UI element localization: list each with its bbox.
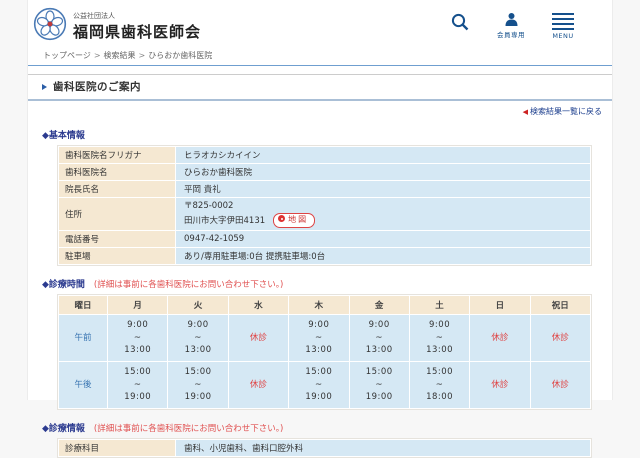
triangle-icon — [42, 83, 47, 90]
table-row: 歯科医院名フリガナ ヒラオカシカイイン — [59, 147, 590, 163]
row-label: 院長氏名 — [59, 181, 175, 197]
page-container: 公益社団法人 福岡県歯科医師会 会員専用 MENU トップページ > 検索結果 … — [27, 0, 613, 458]
schedule-cell: 休診 — [228, 361, 289, 408]
org-name: 福岡県歯科医師会 — [73, 22, 202, 41]
site-header: 公益社団法人 福岡県歯科医師会 会員専用 MENU — [28, 0, 612, 47]
member-person-icon — [505, 13, 517, 26]
table-row: 午後 15:00 ~19:00 15:00 ~19:00 休診 15:00 ~19:00 15:… — [59, 361, 590, 408]
breadcrumb-item[interactable]: トップページ — [43, 51, 91, 60]
back-to-results-link[interactable]: ◀ 検索結果一覧に戻る — [523, 107, 602, 116]
member-button[interactable]: 会員専用 — [497, 12, 525, 39]
closed-label: 休診 — [551, 379, 569, 390]
row-label: 歯科医院名 — [59, 164, 175, 180]
closed-label: 休診 — [249, 379, 267, 390]
basic-info-heading: ◆基本情報 — [42, 131, 85, 141]
table-row: 住所 〒825-0002 田川市大字伊田4131 地図 — [59, 198, 590, 230]
treatment-note: (詳細は事前に各歯科医院にお問い合わせ下さい。) — [93, 423, 284, 434]
row-value: ヒラオカシカイイン — [176, 147, 590, 163]
day-column-header: 土 — [409, 295, 470, 314]
schedule-cell: 9:00 ~13:00 — [289, 314, 349, 361]
table-row: 電話番号 0947-42-1059 — [59, 230, 590, 247]
closed-label: 休診 — [491, 332, 509, 343]
table-row: 駐車場 あり/専用駐車場:0台 提携駐車場:0台 — [59, 247, 590, 264]
session-label: 午後 — [59, 361, 107, 408]
row-value: 歯科、小児歯科、歯科口腔外科 — [176, 439, 590, 456]
flower-emblem-icon — [33, 7, 67, 41]
row-value: あり/専用駐車場:0台 提携駐車場:0台 — [176, 247, 590, 264]
day-column-header: 曜日 — [59, 295, 107, 314]
row-value: 平岡 貴礼 — [176, 181, 590, 197]
association-logo[interactable] — [33, 7, 67, 45]
schedule-cell: 15:00 ~19:00 — [289, 361, 349, 408]
menu-label: MENU — [552, 32, 574, 40]
day-column-header: 月 — [108, 295, 168, 314]
treatment-heading: ◆診療情報 (詳細は事前に各歯科医院にお問い合わせ下さい。) — [42, 423, 284, 434]
schedule-cell: 休診 — [530, 361, 590, 408]
brand-text: 公益社団法人 福岡県歯科医師会 — [73, 11, 201, 42]
row-label: 住所 — [59, 198, 175, 230]
member-label: 会員専用 — [497, 31, 525, 39]
org-type: 公益社団法人 — [73, 11, 115, 20]
search-icon — [451, 13, 469, 31]
back-arrow-icon: ◀ — [522, 108, 528, 116]
breadcrumb-item[interactable]: 検索結果 — [104, 51, 136, 60]
row-value: 0947-42-1059 — [176, 230, 590, 247]
day-column-header: 火 — [168, 295, 228, 314]
hamburger-icon — [552, 12, 574, 30]
day-column-header: 祝日 — [530, 295, 590, 314]
map-pin-icon — [278, 215, 286, 223]
page-title: 歯科医院のご案内 — [53, 81, 141, 93]
day-column-header: 日 — [470, 295, 530, 314]
basic-info-table: 歯科医院名フリガナ ヒラオカシカイイン 歯科医院名 ひらおか歯科医院 院長氏名 平岡 貴礼… — [57, 145, 592, 266]
table-row: 歯科医院名 ひらおか歯科医院 — [59, 164, 590, 180]
table-row: 診療科目 歯科、小児歯科、歯科口腔外科 — [59, 439, 590, 456]
map-button[interactable]: 地図 — [273, 212, 316, 228]
schedule-cell: 9:00 ~13:00 — [349, 314, 409, 361]
breadcrumb-separator: > — [138, 51, 146, 60]
treatment-table: 診療科目 歯科、小児歯科、歯科口腔外科 — [57, 437, 592, 458]
table-row: 午前 9:00 ~13:00 9:00 ~13:00 休診 9:00 ~13:00 9:00 ~1… — [59, 314, 590, 361]
schedule-cell: 15:00 ~19:00 — [108, 361, 168, 408]
row-label: 駐車場 — [59, 247, 175, 264]
schedule-cell: 15:00 ~18:00 — [409, 361, 470, 408]
schedule-cell: 15:00 ~19:00 — [168, 361, 228, 408]
schedule-cell: 休診 — [470, 314, 530, 361]
menu-button[interactable]: MENU — [552, 12, 574, 40]
search-button[interactable] — [450, 12, 470, 32]
row-label: 電話番号 — [59, 230, 175, 247]
day-column-header: 水 — [228, 295, 289, 314]
session-label: 午前 — [59, 314, 107, 361]
row-value: 〒825-0002 田川市大字伊田4131 地図 — [176, 198, 590, 230]
breadcrumb-separator: > — [93, 51, 101, 60]
closed-label: 休診 — [491, 379, 509, 390]
table-row: 院長氏名 平岡 貴礼 — [59, 181, 590, 197]
breadcrumb-item: ひらおか歯科医院 — [148, 51, 213, 60]
day-column-header: 木 — [289, 295, 349, 314]
hours-heading: ◆診療時間 (詳細は事前に各歯科医院にお問い合わせ下さい。) — [42, 279, 284, 290]
hours-table: 曜日月火水木金土日祝日 午前 9:00 ~13:00 9:00 ~13:00 休診 9:00… — [57, 293, 592, 410]
hours-note: (詳細は事前に各歯科医院にお問い合わせ下さい。) — [93, 279, 284, 290]
schedule-cell: 9:00 ~13:00 — [108, 314, 168, 361]
closed-label: 休診 — [551, 332, 569, 343]
breadcrumb: トップページ > 検索結果 > ひらおか歯科医院 — [28, 47, 612, 66]
schedule-cell: 9:00 ~13:00 — [409, 314, 470, 361]
schedule-cell: 15:00 ~19:00 — [349, 361, 409, 408]
back-row: ◀ 検索結果一覧に戻る — [28, 101, 612, 117]
schedule-cell: 9:00 ~13:00 — [168, 314, 228, 361]
row-label: 診療科目 — [59, 439, 175, 456]
header-icons: 会員専用 MENU — [450, 12, 574, 40]
row-value: ひらおか歯科医院 — [176, 164, 590, 180]
schedule-cell: 休診 — [530, 314, 590, 361]
row-label: 歯科医院名フリガナ — [59, 147, 175, 163]
schedule-cell: 休診 — [470, 361, 530, 408]
title-bar: 歯科医院のご案内 — [28, 74, 612, 101]
closed-label: 休診 — [249, 332, 267, 343]
day-column-header: 金 — [349, 295, 409, 314]
schedule-cell: 休診 — [228, 314, 289, 361]
